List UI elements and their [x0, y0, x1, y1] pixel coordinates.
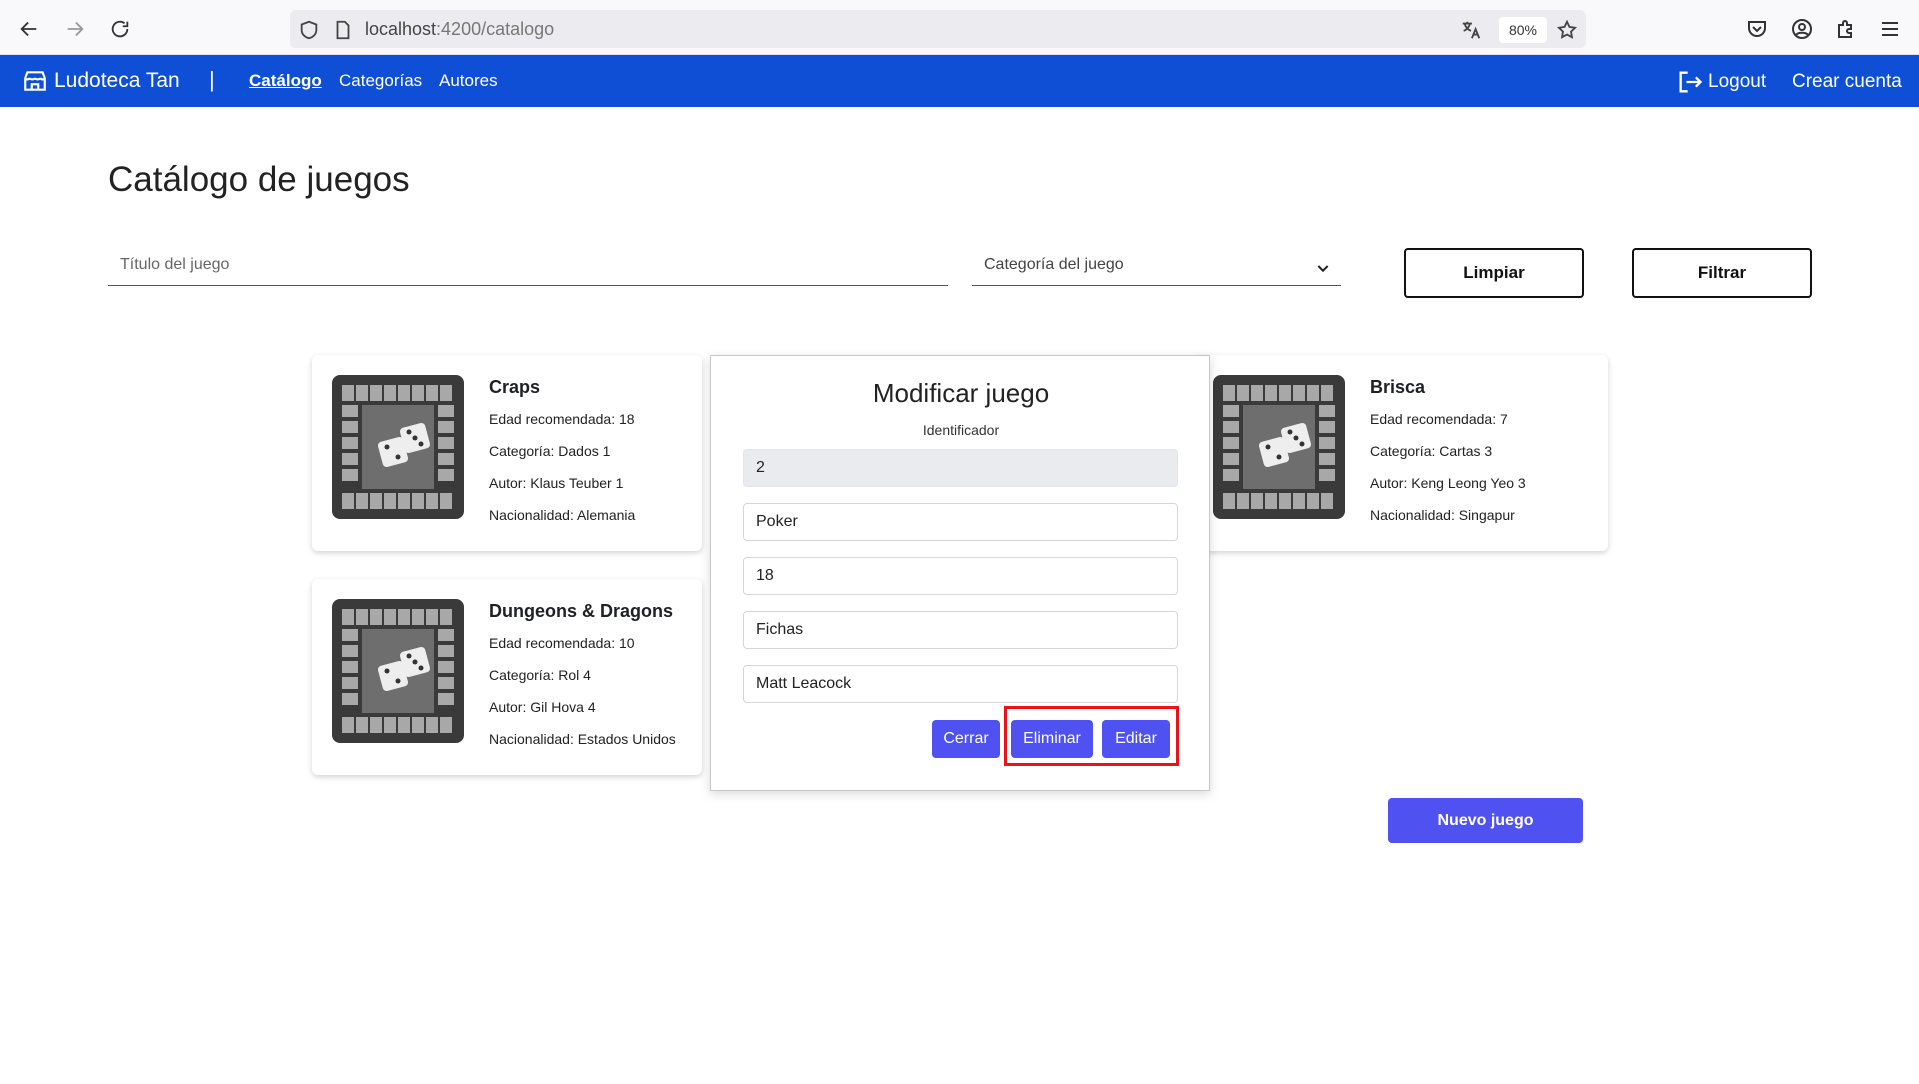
bookmark-star-icon[interactable]: [1556, 19, 1578, 41]
card-categoria: Categoría: Dados 1: [489, 443, 611, 459]
page-title: Catálogo de juegos: [108, 160, 410, 199]
card-nacionalidad: Nacionalidad: Singapur: [1370, 507, 1515, 523]
pocket-icon[interactable]: [1745, 17, 1769, 41]
game-card[interactable]: Dungeons & Dragons Edad recomendada: 10 …: [312, 579, 702, 775]
new-game-button[interactable]: Nuevo juego: [1388, 798, 1583, 843]
id-label: Identificador: [922, 422, 1000, 438]
card-autor: Autor: Klaus Teuber 1: [489, 475, 624, 491]
nav-separator: |: [209, 67, 215, 92]
board-game-icon: [332, 375, 464, 519]
card-autor: Autor: Keng Leong Yeo 3: [1370, 475, 1526, 491]
url-text[interactable]: localhost:4200/catalogo: [365, 19, 554, 40]
title-filter-placeholder: Título del juego: [120, 256, 230, 273]
zoom-level[interactable]: 80%: [1499, 17, 1547, 43]
card-categoria: Categoría: Cartas 3: [1370, 443, 1493, 459]
page-icon: [336, 20, 350, 40]
board-game-icon: [1213, 375, 1345, 519]
shield-icon[interactable]: [298, 19, 320, 41]
translate-icon[interactable]: [1460, 19, 1482, 41]
card-nacionalidad: Nacionalidad: Estados Unidos: [489, 731, 676, 747]
nav-link-autores[interactable]: Autores: [439, 71, 498, 91]
chevron-down-icon: [1317, 265, 1329, 273]
url-host: localhost: [365, 19, 437, 39]
author-field[interactable]: Matt Leacock: [743, 665, 1178, 703]
card-edad: Edad recomendada: 10: [489, 635, 635, 651]
clear-button[interactable]: Limpiar: [1404, 248, 1584, 298]
logout-icon: [1679, 71, 1703, 93]
nav-link-catalogo[interactable]: Catálogo: [249, 71, 322, 91]
crear-cuenta-link[interactable]: Crear cuenta: [1792, 71, 1902, 93]
browser-toolbar: localhost:4200/catalogo 80%: [0, 0, 1919, 55]
title-filter-input[interactable]: Título del juego: [108, 250, 948, 286]
card-title: Dungeons & Dragons: [489, 601, 674, 621]
card-autor: Autor: Gil Hova 4: [489, 699, 596, 715]
brand-name: Ludoteca Tan: [54, 69, 180, 92]
extensions-icon[interactable]: [1834, 17, 1858, 41]
category-filter-select[interactable]: Categoría del juego: [972, 250, 1341, 286]
app-navbar: Ludoteca Tan | Catálogo Categorías Autor…: [0, 55, 1919, 107]
delete-button[interactable]: Eliminar: [1011, 720, 1093, 758]
card-categoria: Categoría: Rol 4: [489, 667, 591, 683]
edit-button[interactable]: Editar: [1102, 720, 1170, 758]
card-edad: Edad recomendada: 7: [1370, 411, 1508, 427]
category-field[interactable]: Fichas: [743, 611, 1178, 649]
edit-game-dialog: Modificar juego Identificador 2 Poker 18…: [710, 355, 1210, 791]
account-icon[interactable]: [1790, 17, 1814, 41]
age-field[interactable]: 18: [743, 557, 1178, 595]
nav-link-categorias[interactable]: Categorías: [339, 71, 422, 91]
card-title: Brisca: [1370, 377, 1426, 397]
card-edad: Edad recomendada: 18: [489, 411, 635, 427]
game-card[interactable]: Craps Edad recomendada: 18 Categoría: Da…: [312, 355, 702, 551]
card-title: Craps: [489, 377, 541, 397]
dialog-title: Modificar juego: [872, 378, 1050, 408]
brand[interactable]: Ludoteca Tan: [22, 68, 180, 94]
close-button[interactable]: Cerrar: [932, 720, 1000, 758]
category-filter-placeholder: Categoría del juego: [984, 256, 1124, 273]
board-game-icon: [332, 599, 464, 743]
filter-button[interactable]: Filtrar: [1632, 248, 1812, 298]
back-icon[interactable]: [14, 14, 44, 44]
logout-label: Logout: [1708, 71, 1767, 92]
store-icon: [24, 71, 46, 91]
reload-icon[interactable]: [105, 14, 135, 44]
url-path: :4200/catalogo: [436, 19, 555, 39]
forward-icon[interactable]: [60, 14, 90, 44]
logout-button[interactable]: Logout: [1676, 68, 1766, 96]
url-bar[interactable]: localhost:4200/catalogo 80%: [290, 10, 1586, 48]
menu-icon[interactable]: [1878, 17, 1902, 41]
card-nacionalidad: Nacionalidad: Alemania: [489, 507, 636, 523]
name-field[interactable]: Poker: [743, 503, 1178, 541]
id-field: 2: [743, 449, 1178, 487]
game-card[interactable]: Brisca Edad recomendada: 7 Categoría: Ca…: [1193, 355, 1608, 551]
